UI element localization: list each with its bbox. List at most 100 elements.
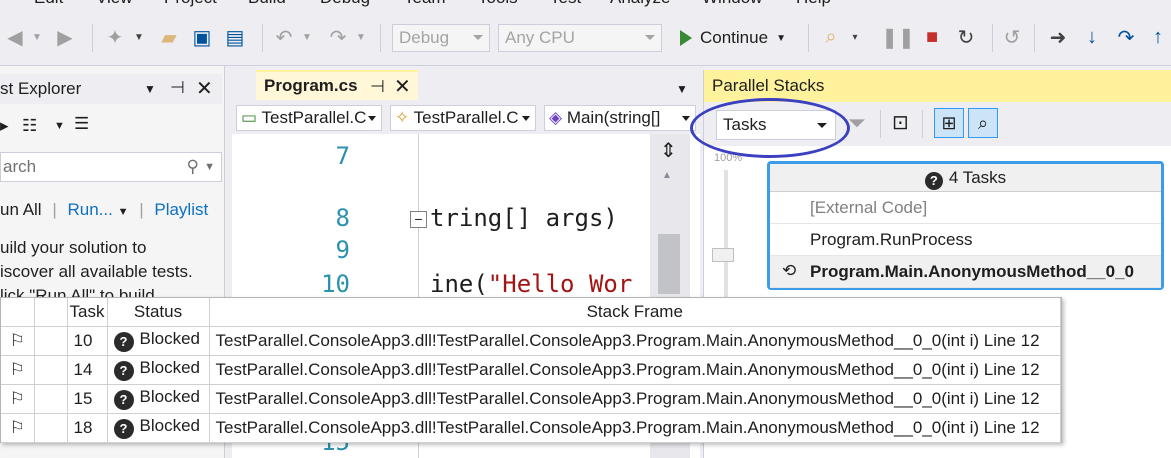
run-link[interactable]: Run... xyxy=(67,200,112,219)
menu-tools[interactable]: Tools xyxy=(478,0,518,8)
member-combo[interactable]: ◈ Main(string[] xyxy=(544,105,696,131)
task-id: 18 xyxy=(67,413,108,443)
stack-frame-row[interactable]: [External Code] xyxy=(770,192,1161,224)
restart-icon[interactable]: ↻ xyxy=(954,24,978,50)
table-row[interactable]: ⚐ 15 ? Blocked TestParallel.ConsoleApp3.d… xyxy=(1,384,1061,414)
configuration-select[interactable]: Debug xyxy=(392,24,490,52)
pin-icon[interactable]: ⊣ xyxy=(170,78,185,98)
show-next-statement-icon[interactable]: ➜ xyxy=(1046,24,1070,50)
open-folder-icon[interactable]: ▰ xyxy=(156,24,182,50)
menu-test[interactable]: Test xyxy=(550,0,581,8)
overflow-icon[interactable]: ▾ xyxy=(850,24,860,50)
zoom-slider-thumb[interactable] xyxy=(712,248,734,262)
step-over-icon[interactable]: ↷ xyxy=(1114,24,1138,50)
undo-icon[interactable]: ↶ xyxy=(272,24,296,50)
flag-icon[interactable]: ⚐ xyxy=(1,326,35,356)
menu-window[interactable]: Window xyxy=(702,0,762,8)
menu-debug[interactable]: Debug xyxy=(320,0,370,8)
save-icon[interactable]: ▣ xyxy=(190,24,214,50)
collapse-region-button[interactable]: − xyxy=(410,211,427,228)
frame-label: [External Code] xyxy=(810,198,928,217)
empty-cell xyxy=(34,326,68,356)
menu-build[interactable]: Build xyxy=(248,0,286,8)
type-combo[interactable]: ✧ TestParallel.C xyxy=(390,105,536,131)
group-by-icon[interactable]: ☷ xyxy=(22,116,37,136)
blocked-icon: ? xyxy=(113,419,134,439)
pane-menu-icon[interactable]: ▼ xyxy=(144,82,156,96)
menu-edit[interactable]: Edit xyxy=(34,0,63,8)
highlight-ellipse xyxy=(690,98,850,158)
step-into-icon[interactable]: ↓ xyxy=(1080,24,1104,50)
auto-scroll-icon[interactable]: ⌕ xyxy=(968,108,998,138)
redo-icon[interactable]: ↷ xyxy=(326,24,350,50)
tasks-table: Task Status Stack Frame ⚐ 10 ? Blocked Te… xyxy=(1,298,1061,443)
continue-button[interactable]: Continue ▼ xyxy=(680,24,786,52)
task-id: 15 xyxy=(67,384,108,414)
scroll-up-icon[interactable]: ▲ xyxy=(662,170,672,181)
step-out-icon[interactable]: ↑ xyxy=(1146,24,1170,50)
filter-icon[interactable]: ⏷ xyxy=(848,110,866,136)
string-literal: "Hello Wor xyxy=(487,270,633,298)
group-by-dropdown-icon[interactable]: ▼ xyxy=(54,120,65,132)
playlist-link[interactable]: Playlist xyxy=(154,200,208,219)
break-all-icon[interactable]: ❚❚ xyxy=(881,24,915,50)
undo-dropdown-icon[interactable]: ▼ xyxy=(302,24,312,50)
menu-project[interactable]: Project xyxy=(164,0,217,8)
save-all-icon[interactable]: ▤ xyxy=(222,24,248,50)
toolbar-separator xyxy=(880,110,881,138)
method-icon: ◈ xyxy=(549,108,563,127)
menu-view[interactable]: View xyxy=(96,0,133,8)
menu-help[interactable]: Help xyxy=(796,0,831,8)
toolbar-separator xyxy=(262,24,263,52)
table-row[interactable]: ⚐ 10 ? Blocked TestParallel.ConsoleApp3.d… xyxy=(1,326,1061,356)
test-explorer-titlebar: st Explorer ▼ ⊣ ✕ xyxy=(0,74,222,104)
flag-icon[interactable]: ⚐ xyxy=(1,355,35,385)
menu-team[interactable]: Team xyxy=(404,0,446,8)
divider: | xyxy=(52,200,57,219)
close-pane-icon[interactable]: ✕ xyxy=(196,76,213,101)
standard-toolbar: ◀ ▼ ▶ ✦ ▼ ▰ ▣ ▤ ↶ ▼ ↷ ▼ Debug Any CPU Co… xyxy=(0,10,1171,66)
new-dropdown-icon[interactable]: ▼ xyxy=(134,24,144,50)
stop-icon[interactable]: ■ xyxy=(922,24,942,50)
playlist-icon[interactable]: ☰ xyxy=(74,114,89,134)
stack-frame-row[interactable]: Program.RunProcess xyxy=(770,224,1161,256)
search-dropdown-icon[interactable]: ▼ xyxy=(204,161,215,173)
redo-dropdown-icon[interactable]: ▼ xyxy=(356,24,366,50)
run-all-link[interactable]: un All xyxy=(0,200,42,219)
scroll-thumb[interactable] xyxy=(658,234,680,294)
back-dropdown-icon[interactable]: ▼ xyxy=(30,24,44,50)
stack-frame-row-current[interactable]: ⟲ Program.Main.AnonymousMethod__0_0 xyxy=(770,256,1161,288)
continue-dropdown-icon[interactable]: ▼ xyxy=(776,33,786,44)
stack-frame: TestParallel.ConsoleApp3.dll!TestParalle… xyxy=(209,355,1061,385)
tab-program-cs[interactable]: Program.cs ⊣ ✕ xyxy=(256,70,418,100)
type-value: TestParallel.C xyxy=(413,108,519,127)
tab-label: Program.cs xyxy=(264,76,358,95)
test-search-input[interactable]: arch ⚲ ▼ xyxy=(0,152,222,182)
platform-select[interactable]: Any CPU xyxy=(498,24,662,52)
node-header: ? 4 Tasks xyxy=(770,164,1161,192)
stack-node[interactable]: ? 4 Tasks [External Code] Program.RunProc… xyxy=(767,161,1164,290)
flag-icon[interactable]: ⚐ xyxy=(1,413,35,443)
split-icon[interactable]: ⇕ xyxy=(660,138,677,163)
run-dropdown-icon[interactable]: ▼ xyxy=(118,206,129,218)
collapse-icon[interactable]: ▸ xyxy=(0,116,9,136)
pin-icon[interactable]: ⊣ xyxy=(370,77,385,97)
close-tab-icon[interactable]: ✕ xyxy=(394,74,411,99)
toggle-method-view-icon[interactable]: ⊞ xyxy=(934,108,964,138)
menu-analyze[interactable]: Analyze xyxy=(610,0,670,8)
new-project-icon[interactable]: ✦ xyxy=(102,24,128,50)
search-icon[interactable]: ⚲ xyxy=(187,157,199,177)
table-row[interactable]: ⚐ 18 ? Blocked TestParallel.ConsoleApp3.d… xyxy=(1,413,1061,443)
project-combo[interactable]: ▭ TestParallel.C xyxy=(236,105,382,131)
back-icon[interactable]: ◀ xyxy=(4,24,26,50)
column-header-stack-frame: Stack Frame xyxy=(209,298,1061,327)
table-row[interactable]: ⚐ 14 ? Blocked TestParallel.ConsoleApp3.d… xyxy=(1,355,1061,385)
hot-reload-icon[interactable]: ↺ xyxy=(1000,24,1024,50)
tab-list-dropdown-icon[interactable]: ▼ xyxy=(676,82,688,96)
save-image-icon[interactable]: ⊡ xyxy=(892,110,909,135)
flag-icon[interactable]: ⚐ xyxy=(1,384,35,414)
find-in-files-icon[interactable]: ⌕ xyxy=(818,24,844,50)
divider: | xyxy=(139,200,144,219)
empty-cell xyxy=(34,384,68,414)
forward-icon[interactable]: ▶ xyxy=(54,24,76,50)
